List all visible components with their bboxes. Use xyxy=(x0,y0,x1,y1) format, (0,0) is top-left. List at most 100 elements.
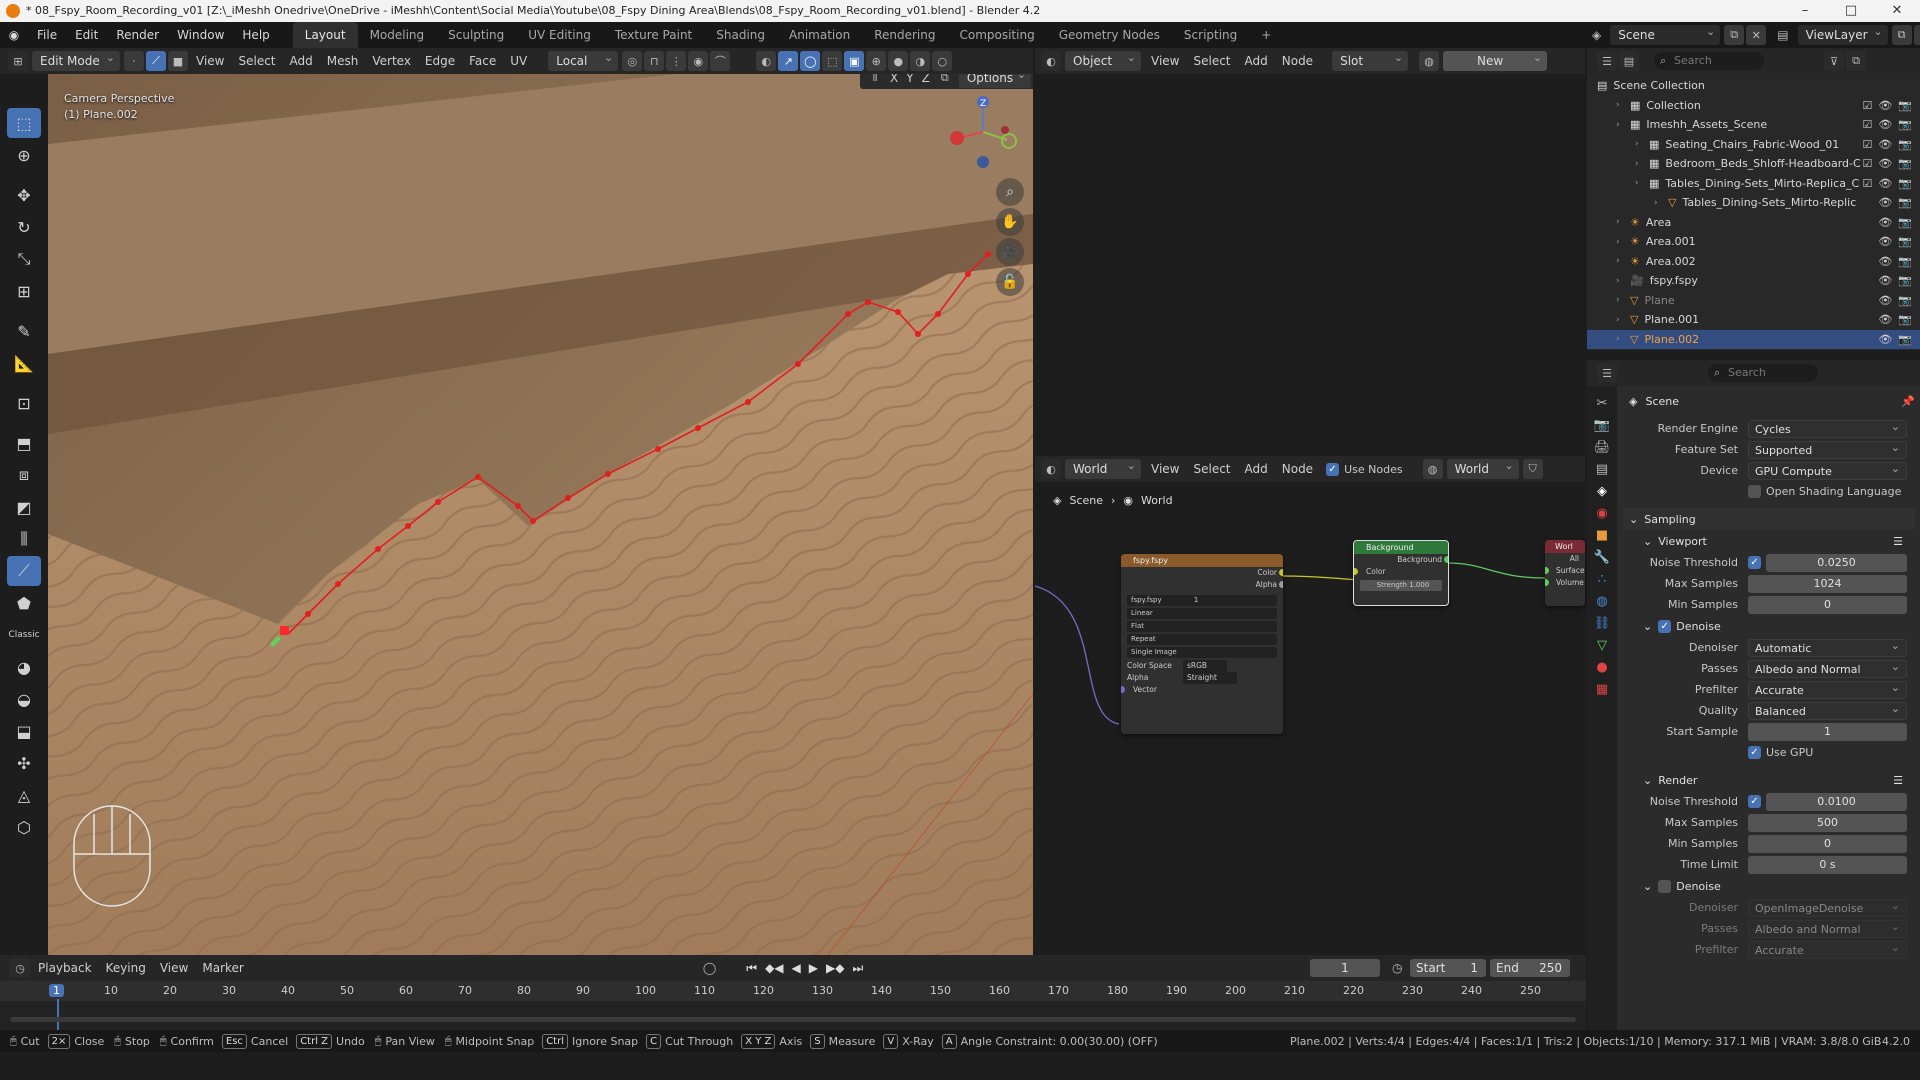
extrude-tool-icon[interactable]: ⬒ xyxy=(7,428,41,458)
outliner-row[interactable]: › ▽ Tables_Dining-Sets_Mirto-Replic 👁 📷 xyxy=(1587,193,1920,213)
play-reverse-icon[interactable]: ◀ xyxy=(792,961,801,975)
chevron-right-icon[interactable]: › xyxy=(1635,159,1649,169)
display-mode-icon[interactable]: ▤ xyxy=(1619,51,1639,71)
falloff-icon[interactable]: ⌒ xyxy=(710,51,731,71)
node-color-space[interactable]: sRGB xyxy=(1183,660,1228,672)
r-denoise-title[interactable]: Denoise xyxy=(1676,880,1721,893)
snap-icon[interactable]: ⊓ xyxy=(644,51,665,71)
new-material-button[interactable]: New xyxy=(1443,48,1548,71)
view-layer-tab-icon[interactable]: ▤ xyxy=(1596,462,1608,477)
cursor-tool-icon[interactable]: ⊕ xyxy=(7,140,41,170)
tab-animation[interactable]: Animation xyxy=(777,22,862,48)
xray-icon[interactable]: ▣ xyxy=(844,51,865,71)
shader-menu-select[interactable]: Select xyxy=(1186,50,1237,72)
rip-tool-icon[interactable]: ◬ xyxy=(7,780,41,810)
auto-merge-icon[interactable]: ⧉ xyxy=(935,74,955,88)
chevron-down-icon[interactable]: ⌄ xyxy=(1643,774,1652,787)
menu-uv[interactable]: UV xyxy=(503,50,534,72)
lock-icon[interactable]: 🔓 xyxy=(996,268,1024,296)
node-background[interactable]: Background Background Color Strength 1.0… xyxy=(1353,540,1449,606)
tab-scripting[interactable]: Scripting xyxy=(1172,22,1249,48)
wireframe-shading-icon[interactable]: ⊕ xyxy=(866,51,887,71)
rotate-tool-icon[interactable]: ↻ xyxy=(7,212,41,242)
shader-menu-add[interactable]: Add xyxy=(1238,50,1275,72)
render-camera-icon[interactable]: 📷 xyxy=(1898,196,1912,209)
r-denoise-checkbox[interactable] xyxy=(1658,879,1672,893)
delete-scene-icon[interactable]: ✕ xyxy=(1746,25,1767,45)
inset-tool-icon[interactable]: ⧈ xyxy=(7,460,41,490)
outliner-row[interactable]: › ▦ Imeshh_Assets_Scene ☑ 👁 📷 xyxy=(1587,115,1920,135)
node-extension[interactable]: Repeat xyxy=(1127,634,1277,645)
menu-render[interactable]: Render xyxy=(107,22,168,48)
world-tab-icon[interactable]: ◉ xyxy=(1596,506,1607,521)
viewport-3d[interactable]: Camera Perspective (1) Plane.002 ⫴ X Y Z… xyxy=(48,74,1033,955)
blender-menu-icon[interactable]: ◉ xyxy=(0,28,28,42)
mirror-icon[interactable]: ⫴ xyxy=(865,74,885,88)
r-denoiser-dropdown[interactable]: OpenImageDenoise xyxy=(1748,897,1907,917)
loop-cut-tool-icon[interactable]: ⫼ xyxy=(7,524,41,554)
r-prefilter-dropdown[interactable]: Accurate xyxy=(1748,939,1907,959)
current-frame-field[interactable]: 1 xyxy=(1310,959,1380,977)
eye-icon[interactable]: 👁 xyxy=(1878,235,1892,248)
edge-select-icon[interactable]: ⟋ xyxy=(146,51,166,71)
new-collection-icon[interactable]: ⧉ xyxy=(1846,51,1866,71)
face-select-icon[interactable]: ■ xyxy=(168,51,188,71)
shader-editor-object[interactable]: ◐ Object View Select Add Node Slot ◍ New xyxy=(1035,48,1585,448)
shader-menu-view[interactable]: View xyxy=(1144,50,1186,72)
timeline[interactable]: ◷ Playback Keying View Marker ◯ ⏮ ◆◀ ◀ ▶… xyxy=(0,955,1586,1040)
mesh-overlay-icon[interactable]: ⬚ xyxy=(822,51,843,71)
auto-key-icon[interactable]: ◯ xyxy=(703,961,716,975)
use-gpu-checkbox[interactable]: ✓ xyxy=(1748,746,1761,759)
render-camera-icon[interactable]: 📷 xyxy=(1898,99,1912,112)
chevron-right-icon[interactable]: › xyxy=(1616,217,1630,227)
particles-tab-icon[interactable]: ∴ xyxy=(1598,572,1606,587)
proportional-edit-icon[interactable]: ◉ xyxy=(688,51,709,71)
viewport-subpanel-title[interactable]: Viewport xyxy=(1658,535,1707,548)
chevron-down-icon[interactable]: ⌄ xyxy=(1643,620,1652,633)
key-next-icon[interactable]: ▶◆ xyxy=(826,961,844,975)
pan-hand-icon[interactable]: ✋ xyxy=(996,208,1024,236)
exclude-checkbox-icon[interactable]: ☑ xyxy=(1862,138,1872,151)
frame-ruler[interactable]: 1 10 20 30 40 50 60 70 80 90 100 110 120 130 140 150 160… xyxy=(0,981,1586,1039)
snap-target-icon[interactable]: ⋮ xyxy=(666,51,687,71)
vp-max-samples-field[interactable]: 1024 xyxy=(1748,574,1907,593)
smooth-tool-icon[interactable]: ◕ xyxy=(7,652,41,682)
scene-selector[interactable]: Scene xyxy=(1610,22,1721,45)
menu-marker[interactable]: Marker xyxy=(195,957,250,979)
tab-geometry-nodes[interactable]: Geometry Nodes xyxy=(1047,22,1172,48)
visibility-icon[interactable]: ◐ xyxy=(756,51,777,71)
modifier-tab-icon[interactable]: 🔧 xyxy=(1594,550,1610,565)
menu-vertex[interactable]: Vertex xyxy=(365,50,418,72)
eye-icon[interactable]: 👁 xyxy=(1878,99,1892,112)
r-max-samples-field[interactable]: 500 xyxy=(1748,813,1907,832)
view-layer-selector[interactable]: ViewLayer xyxy=(1797,22,1888,45)
properties-editor[interactable]: ☰ ⌕ Search ✂ 📷 🖨 ▤ ◈ ◉ ■ 🔧 ∴ ◍ ⛓ ▽ ● ▦ ◈ S… xyxy=(1587,360,1920,1030)
annotate-tool-icon[interactable]: ✎ xyxy=(7,316,41,346)
eye-icon[interactable]: 👁 xyxy=(1878,255,1892,268)
eye-icon[interactable]: 👁 xyxy=(1878,157,1892,170)
quality-dropdown[interactable]: Balanced xyxy=(1748,700,1907,720)
exclude-checkbox-icon[interactable]: ☑ xyxy=(1862,177,1872,190)
world-node-editor[interactable]: ◐ World View Select Add Node ✓ Use Nodes… xyxy=(1035,456,1585,954)
node-image-texture[interactable]: fspy.fspy Color Alpha fspy.fspy 1 Linear… xyxy=(1121,554,1283,734)
outliner-row[interactable]: › ▦ Bedroom_Beds_Shloff-Headboard-C ☑ 👁 📷 xyxy=(1587,154,1920,174)
node-interpolation[interactable]: Linear xyxy=(1127,608,1277,619)
pivot-icon[interactable]: ◎ xyxy=(622,51,643,71)
eye-icon[interactable]: 👁 xyxy=(1878,313,1892,326)
render-subpanel-title[interactable]: Render xyxy=(1658,774,1697,787)
presets-icon[interactable]: ☰ xyxy=(1893,535,1903,548)
end-frame-field[interactable]: End 250 xyxy=(1490,959,1570,977)
tab-layout[interactable]: Layout xyxy=(292,22,358,48)
delete-view-layer-icon[interactable]: ✕ xyxy=(1913,25,1920,45)
chevron-right-icon[interactable]: › xyxy=(1616,237,1630,247)
outliner-row[interactable]: › ☀ Area 👁 📷 xyxy=(1587,213,1920,233)
menu-add[interactable]: Add xyxy=(283,50,320,72)
render-camera-icon[interactable]: 📷 xyxy=(1898,177,1912,190)
chevron-right-icon[interactable]: › xyxy=(1616,315,1630,325)
render-camera-icon[interactable]: 📷 xyxy=(1898,138,1912,151)
render-camera-icon[interactable]: 📷 xyxy=(1898,255,1912,268)
gizmo-icon[interactable]: ↗ xyxy=(778,51,799,71)
device-dropdown[interactable]: GPU Compute xyxy=(1748,460,1907,480)
mirror-y-toggle[interactable]: Y xyxy=(902,74,917,89)
zoom-icon[interactable]: ⌕ xyxy=(996,178,1024,206)
